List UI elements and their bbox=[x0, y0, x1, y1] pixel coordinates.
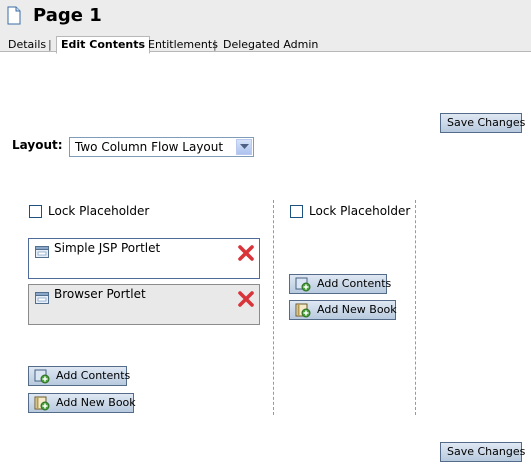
remove-icon[interactable] bbox=[237, 290, 255, 308]
chevron-down-icon[interactable] bbox=[236, 139, 252, 155]
layout-select-value: Two Column Flow Layout bbox=[75, 140, 224, 154]
add-new-book-button-col1[interactable]: Add New Book bbox=[28, 393, 136, 413]
remove-icon[interactable] bbox=[237, 244, 255, 262]
save-changes-button-bottom[interactable]: Save Changes bbox=[440, 442, 525, 462]
tab-entitlements[interactable]: Entitlements bbox=[148, 37, 218, 52]
save-changes-button-top[interactable]: Save Changes bbox=[440, 113, 525, 133]
layout-label: Layout: bbox=[12, 138, 63, 152]
add-new-book-label: Add New Book bbox=[317, 303, 397, 316]
tab-details[interactable]: Details bbox=[8, 37, 46, 52]
add-contents-button-col1[interactable]: Add Contents bbox=[28, 366, 131, 386]
add-book-icon bbox=[295, 303, 311, 318]
column-divider bbox=[273, 200, 274, 415]
add-contents-label: Add Contents bbox=[317, 277, 392, 290]
portlet-icon bbox=[35, 246, 49, 258]
add-contents-icon bbox=[34, 369, 50, 384]
layout-select[interactable]: Two Column Flow Layout bbox=[69, 137, 254, 157]
portlet-simple-jsp[interactable]: Simple JSP Portlet bbox=[28, 238, 260, 279]
add-contents-button-col2[interactable]: Add Contents bbox=[289, 274, 391, 294]
tab-separator: | bbox=[48, 38, 52, 51]
lock-placeholder-label: Lock Placeholder bbox=[48, 204, 150, 218]
lock-placeholder-label: Lock Placeholder bbox=[309, 204, 411, 218]
portlet-title: Simple JSP Portlet bbox=[54, 241, 161, 255]
add-contents-label: Add Contents bbox=[56, 369, 131, 382]
page-icon bbox=[7, 6, 21, 25]
checkbox[interactable] bbox=[29, 205, 42, 218]
add-new-book-label: Add New Book bbox=[56, 396, 136, 409]
add-book-icon bbox=[34, 396, 50, 411]
checkbox[interactable] bbox=[290, 205, 303, 218]
portlet-browser[interactable]: Browser Portlet bbox=[28, 284, 260, 325]
portlet-icon bbox=[35, 292, 49, 304]
add-new-book-button-col2[interactable]: Add New Book bbox=[289, 300, 397, 320]
tab-separator: | bbox=[213, 38, 217, 51]
portlet-title: Browser Portlet bbox=[54, 287, 146, 301]
page-title: Page 1 bbox=[33, 5, 102, 26]
tab-edit-contents[interactable]: Edit Contents bbox=[56, 36, 151, 54]
tab-delegated-admin[interactable]: Delegated Admin bbox=[223, 37, 318, 52]
column-divider bbox=[415, 200, 416, 415]
add-contents-icon bbox=[295, 277, 311, 292]
